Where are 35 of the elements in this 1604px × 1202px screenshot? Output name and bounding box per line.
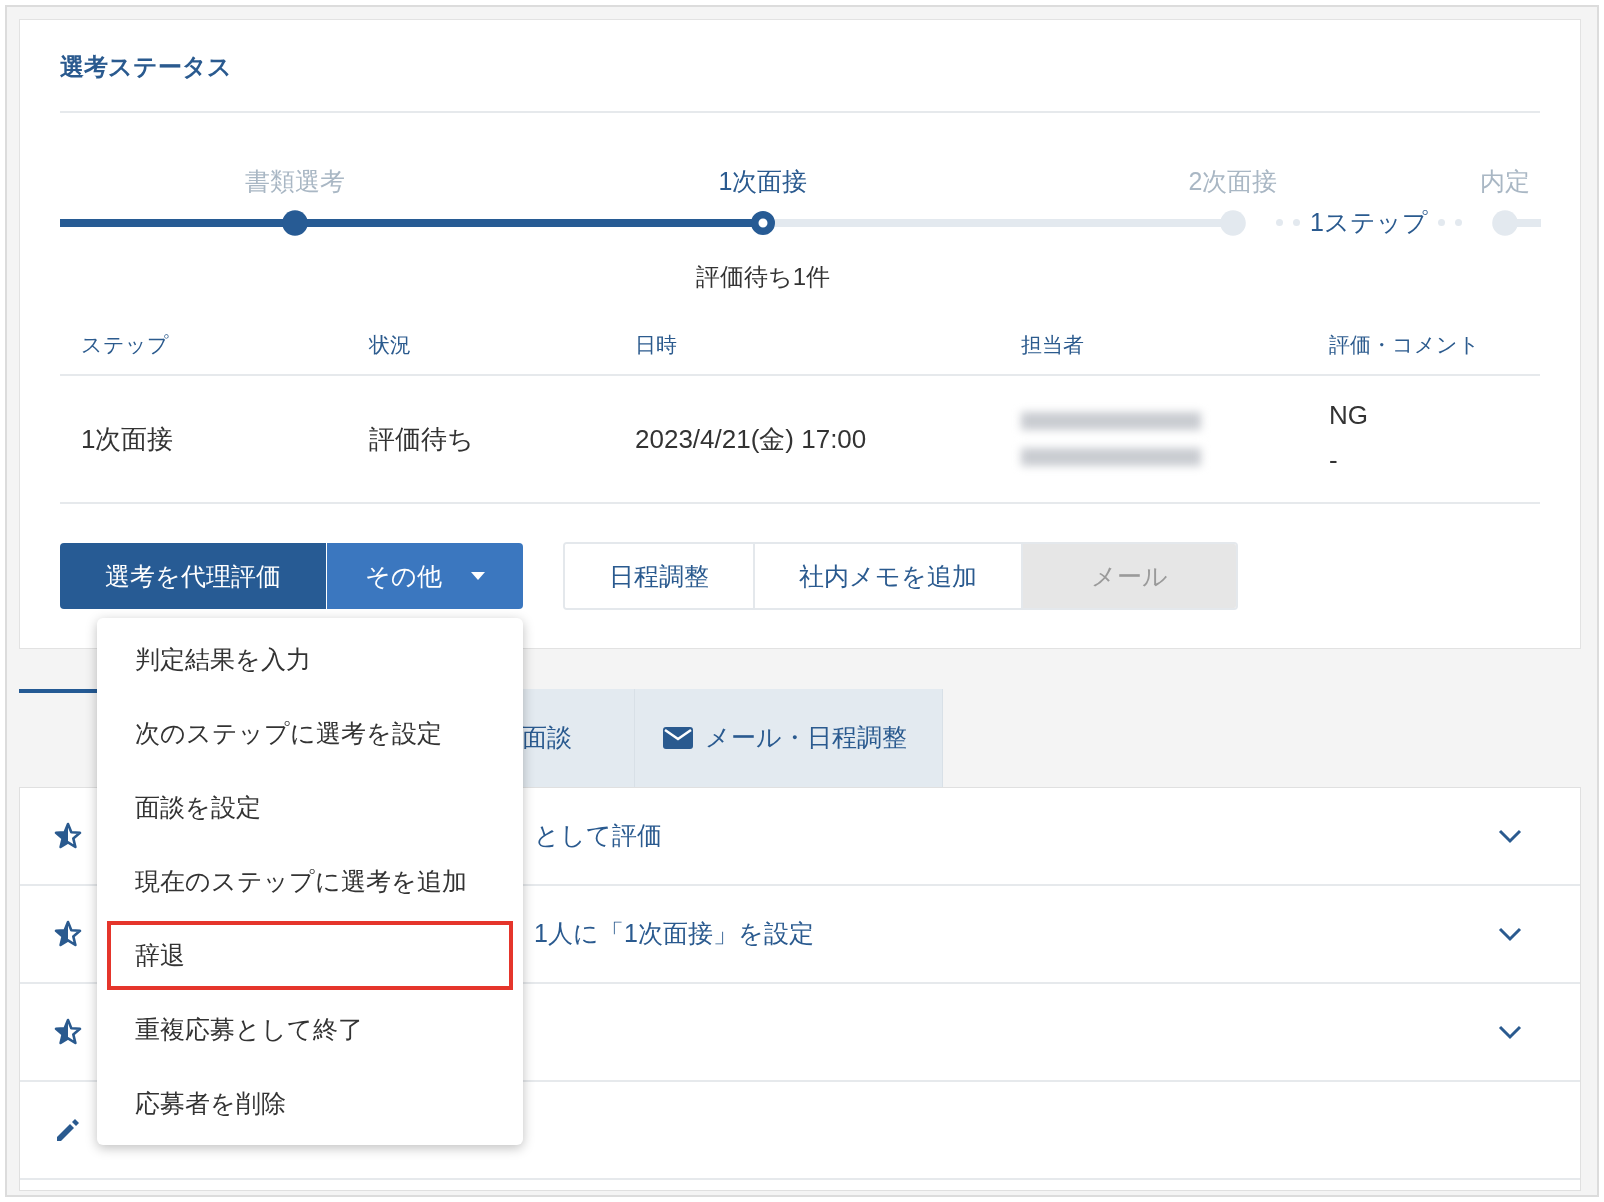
more-dropdown-button[interactable]: その他 bbox=[326, 543, 523, 610]
column-header: 担当者 bbox=[1000, 320, 1308, 376]
evaluation-text: NG bbox=[1329, 399, 1369, 433]
caret-icon bbox=[469, 571, 486, 582]
step-label: 2次面接 bbox=[1188, 165, 1278, 197]
timeline-text: として評価 bbox=[534, 820, 662, 852]
star-icon bbox=[54, 920, 82, 948]
pencil-icon bbox=[54, 1116, 82, 1144]
table-cell: 1次面接 bbox=[60, 375, 348, 504]
comment-text: - bbox=[1329, 444, 1339, 478]
ellipsis-dot bbox=[1437, 219, 1445, 227]
skipped-steps-label: 1ステップ bbox=[1310, 210, 1428, 236]
envelope-icon bbox=[663, 727, 693, 749]
star-icon bbox=[54, 822, 82, 850]
tab-label: メール・日程調整 bbox=[705, 722, 907, 754]
section-title: 選考ステータス bbox=[60, 20, 1540, 113]
star-icon bbox=[54, 1018, 82, 1046]
column-header: 評価・コメント bbox=[1308, 320, 1540, 376]
tab[interactable]: メール・日程調整 bbox=[635, 689, 943, 787]
pending-count-label: 評価待ち1件 bbox=[695, 261, 831, 292]
table-cell: 評価待ち bbox=[348, 375, 614, 504]
step-label: 内定 bbox=[1480, 165, 1530, 197]
step-label: 1次面接 bbox=[718, 165, 808, 197]
column-header: 状況 bbox=[348, 320, 614, 376]
proxy-evaluate-button[interactable]: 選考を代理評価 bbox=[60, 543, 326, 610]
menu-item[interactable]: 辞退 bbox=[107, 921, 513, 990]
timeline-text: 1人に「1次面接」を設定 bbox=[534, 918, 814, 950]
ellipsis-dot bbox=[1454, 219, 1462, 227]
step-label: 書類選考 bbox=[245, 165, 345, 197]
action-button[interactable]: 日程調整 bbox=[565, 544, 755, 609]
ellipsis-dot bbox=[1293, 219, 1301, 227]
ellipsis-dot bbox=[1276, 219, 1284, 227]
column-header: ステップ bbox=[60, 320, 348, 376]
table-cell: 2023/4/21(金) 17:00 bbox=[614, 375, 1000, 504]
column-header: 日時 bbox=[614, 320, 1000, 376]
